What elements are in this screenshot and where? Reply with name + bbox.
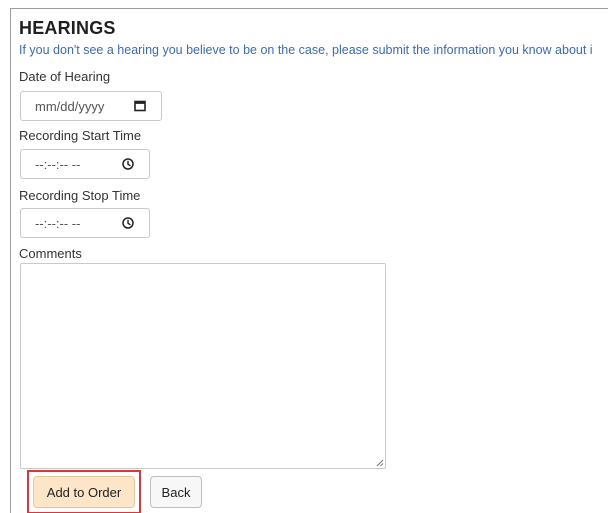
comments-textarea[interactable]	[20, 263, 386, 469]
resize-grip-icon[interactable]	[376, 459, 384, 467]
hearings-panel: HEARINGS If you don't see a hearing you …	[10, 8, 608, 513]
comments-label: Comments	[19, 246, 82, 261]
date-of-hearing-input[interactable]: mm/dd/yyyy	[20, 91, 162, 121]
date-of-hearing-placeholder: mm/dd/yyyy	[35, 98, 105, 114]
calendar-icon[interactable]	[133, 99, 147, 113]
recording-start-time-placeholder: --:--:-- --	[35, 156, 81, 172]
section-title: HEARINGS	[19, 18, 116, 38]
back-button[interactable]: Back	[150, 476, 202, 508]
clock-icon[interactable]	[121, 216, 135, 230]
recording-stop-time-input[interactable]: --:--:-- --	[20, 208, 150, 238]
add-to-order-button[interactable]: Add to Order	[33, 476, 135, 508]
recording-start-time-label: Recording Start Time	[19, 128, 142, 143]
clock-icon[interactable]	[121, 157, 135, 171]
recording-stop-time-placeholder: --:--:-- --	[35, 215, 81, 231]
recording-start-time-input[interactable]: --:--:-- --	[20, 149, 150, 179]
recording-stop-time-label: Recording Stop Time	[19, 188, 141, 203]
intro-text: If you don't see a hearing you believe t…	[19, 43, 593, 57]
date-of-hearing-label: Date of Hearing	[19, 69, 111, 84]
